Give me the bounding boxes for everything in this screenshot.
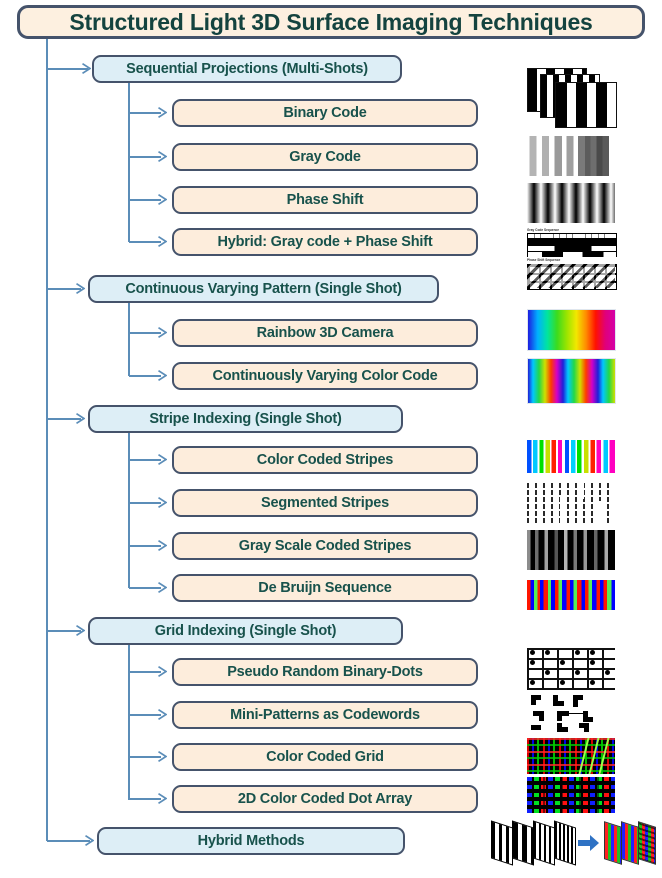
thumb-gray-code-plus-phase-shift-sequence: Gray Code Sequence Phase Shift Sequence xyxy=(527,228,617,290)
hybrid-right-arrow-icon xyxy=(578,834,600,852)
arrow-0-3 xyxy=(158,236,167,247)
leaf-label-2-1: Segmented Stripes xyxy=(261,494,389,511)
thumb-mini-pattern-codewords xyxy=(527,692,615,734)
arrow-0-0 xyxy=(158,107,167,118)
leaf-label-2-2: Gray Scale Coded Stripes xyxy=(238,537,412,554)
arrow-to-group-2 xyxy=(76,413,85,424)
branch-1-1 xyxy=(129,375,161,377)
thumb-pseudo-random-binary-dot-grid xyxy=(527,648,615,690)
arrow-1-0 xyxy=(158,327,167,338)
arrow-3-3 xyxy=(158,793,167,804)
branch-0-3 xyxy=(129,241,161,243)
thumb-gray-scale-coded-stripes xyxy=(527,530,615,570)
leaf-label-0-3: Hybrid: Gray code + Phase Shift xyxy=(217,233,433,250)
arrow-2-1 xyxy=(158,497,167,508)
arrow-0-1 xyxy=(158,151,167,162)
main-spine-vertical xyxy=(46,39,48,841)
branch-3-2 xyxy=(129,756,161,758)
leaf-label-3-1: Mini-Patterns as Codewords xyxy=(230,706,420,723)
leaf-label-3-0: Pseudo Random Binary-Dots xyxy=(227,663,423,680)
arrow-to-group-1 xyxy=(76,283,85,294)
diagram-canvas: Structured Light 3D Surface Imaging Tech… xyxy=(0,0,662,878)
branch-2-2 xyxy=(129,545,161,547)
group-box-hybrid-methods[interactable]: Hybrid Methods xyxy=(97,827,405,855)
group-box-sequential-projections[interactable]: Sequential Projections (Multi-Shots) xyxy=(92,55,402,83)
leaf-label-3-3: 2D Color Coded Dot Array xyxy=(237,790,413,807)
gray-code-sequence-label: Gray Code Sequence xyxy=(527,228,560,232)
thumb-color-coded-stripes xyxy=(527,440,615,473)
leaf-box-color-coded-grid[interactable]: Color Coded Grid xyxy=(172,743,478,771)
branch-2-1 xyxy=(129,502,161,504)
leaf-label-1-1: Continuously Varying Color Code xyxy=(212,367,438,384)
leaf-box-phase-shift[interactable]: Phase Shift xyxy=(172,186,478,214)
thumb-rainbow-gradient xyxy=(527,309,616,351)
leaf-box-hybrid-gray-phase[interactable]: Hybrid: Gray code + Phase Shift xyxy=(172,228,478,256)
spine-branch-group-4 xyxy=(47,840,90,842)
arrow-0-2 xyxy=(158,194,167,205)
thumb-de-bruijn-color-stripes xyxy=(527,580,615,610)
diagram-title-box: Structured Light 3D Surface Imaging Tech… xyxy=(17,5,645,39)
leaf-box-color-coded-stripes[interactable]: Color Coded Stripes xyxy=(172,446,478,474)
leaf-label-0-1: Gray Code xyxy=(289,148,361,165)
leaf-box-2d-color-coded-dot-array[interactable]: 2D Color Coded Dot Array xyxy=(172,785,478,813)
group-label-0: Sequential Projections (Multi-Shots) xyxy=(126,60,368,77)
branch-0-0 xyxy=(129,112,161,114)
leaf-box-gray-code[interactable]: Gray Code xyxy=(172,143,478,171)
thumb-binary-code-pattern-stack xyxy=(527,68,619,130)
branch-1-0 xyxy=(129,332,161,334)
group-box-stripe-indexing[interactable]: Stripe Indexing (Single Shot) xyxy=(88,405,403,433)
group-2-child-spine xyxy=(128,433,130,588)
group-1-child-spine xyxy=(128,303,130,376)
leaf-label-3-2: Color Coded Grid xyxy=(266,748,384,765)
arrow-2-3 xyxy=(158,582,167,593)
arrow-to-group-4 xyxy=(85,835,94,846)
branch-3-1 xyxy=(129,714,161,716)
arrow-to-group-0 xyxy=(82,63,91,74)
group-label-3: Grid Indexing (Single Shot) xyxy=(154,622,337,639)
leaf-label-2-0: Color Coded Stripes xyxy=(256,451,394,468)
group-box-grid-indexing[interactable]: Grid Indexing (Single Shot) xyxy=(88,617,403,645)
thumb-phase-shift-sinusoid-stripes xyxy=(527,183,615,223)
branch-3-3 xyxy=(129,798,161,800)
group-box-continuous-varying-pattern[interactable]: Continuous Varying Pattern (Single Shot) xyxy=(88,275,439,303)
arrow-2-2 xyxy=(158,540,167,551)
branch-3-0 xyxy=(129,671,161,673)
group-label-4: Hybrid Methods xyxy=(197,832,305,849)
leaf-label-1-0: Rainbow 3D Camera xyxy=(256,324,394,341)
thumb-hybrid-methods-illustration xyxy=(489,818,657,868)
diagram-title-text: Structured Light 3D Surface Imaging Tech… xyxy=(69,8,593,35)
leaf-box-gray-scale-coded-stripes[interactable]: Gray Scale Coded Stripes xyxy=(172,532,478,560)
branch-2-3 xyxy=(129,587,161,589)
group-label-1: Continuous Varying Pattern (Single Shot) xyxy=(125,280,402,297)
branch-0-1 xyxy=(129,156,161,158)
leaf-label-0-0: Binary Code xyxy=(283,104,367,121)
thumb-gray-code-bars xyxy=(527,136,615,176)
leaf-label-2-3: De Bruijn Sequence xyxy=(258,579,392,596)
group-0-child-spine xyxy=(128,83,130,242)
leaf-box-de-bruijn-sequence[interactable]: De Bruijn Sequence xyxy=(172,574,478,602)
leaf-box-rainbow-3d-camera[interactable]: Rainbow 3D Camera xyxy=(172,319,478,347)
arrow-1-1 xyxy=(158,370,167,381)
thumb-repeating-rainbow-gradient xyxy=(527,358,616,404)
group-label-2: Stripe Indexing (Single Shot) xyxy=(149,410,342,427)
leaf-box-mini-patterns-as-codewords[interactable]: Mini-Patterns as Codewords xyxy=(172,701,478,729)
thumb-color-coded-grid xyxy=(527,738,615,774)
group-3-child-spine xyxy=(128,645,130,800)
arrow-3-0 xyxy=(158,666,167,677)
arrow-3-1 xyxy=(158,709,167,720)
leaf-label-0-2: Phase Shift xyxy=(286,191,364,208)
phase-shift-sequence-label: Phase Shift Sequence xyxy=(527,258,561,262)
thumb-segmented-dashed-stripes xyxy=(527,483,615,523)
leaf-box-binary-code[interactable]: Binary Code xyxy=(172,99,478,127)
leaf-box-pseudo-random-binary-dots[interactable]: Pseudo Random Binary-Dots xyxy=(172,658,478,686)
leaf-box-continuously-varying-color-code[interactable]: Continuously Varying Color Code xyxy=(172,362,478,390)
arrow-to-group-3 xyxy=(76,625,85,636)
branch-2-0 xyxy=(129,459,161,461)
thumb-two-d-color-coded-dot-array xyxy=(527,777,615,813)
arrow-3-2 xyxy=(158,751,167,762)
branch-0-2 xyxy=(129,199,161,201)
arrow-2-0 xyxy=(158,454,167,465)
leaf-box-segmented-stripes[interactable]: Segmented Stripes xyxy=(172,489,478,517)
